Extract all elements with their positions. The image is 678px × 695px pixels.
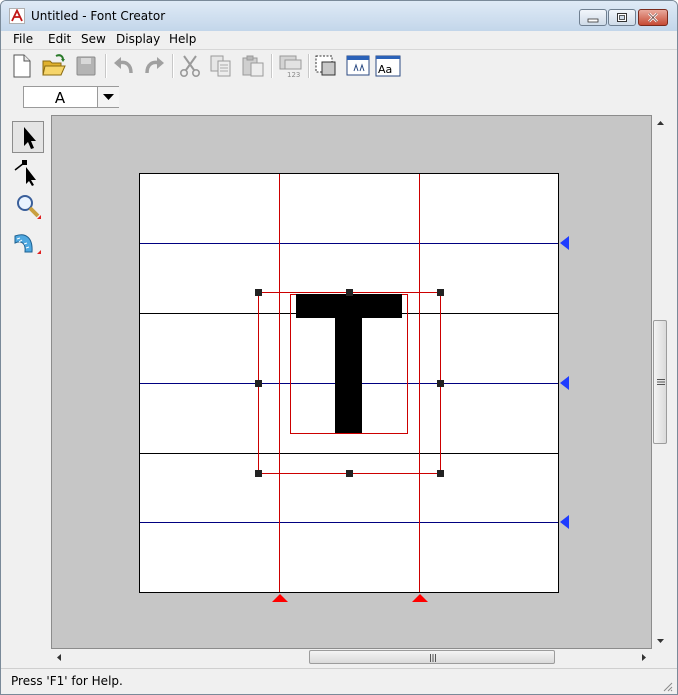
guide-marker-top[interactable] bbox=[559, 235, 571, 251]
arrow-tool-button[interactable] bbox=[12, 121, 44, 153]
selection-handle[interactable] bbox=[437, 380, 444, 387]
open-button[interactable] bbox=[41, 53, 67, 79]
toolbar-separator bbox=[172, 54, 174, 78]
zoom-tool-button[interactable] bbox=[12, 191, 44, 223]
tool-palette bbox=[9, 117, 49, 665]
zoom-magnifier-icon bbox=[17, 195, 41, 219]
paste-button[interactable] bbox=[240, 53, 266, 79]
left-metric-marker[interactable] bbox=[271, 593, 289, 603]
status-bar: Press 'F1' for Help. bbox=[1, 668, 677, 694]
node-edit-tool-button[interactable] bbox=[12, 156, 44, 188]
bend-tool-icon bbox=[14, 234, 41, 254]
app-window: Untitled - Font Creator File Edit Sew Di… bbox=[0, 0, 678, 695]
status-text: Press 'F1' for Help. bbox=[11, 674, 123, 688]
glyph-drawing bbox=[140, 174, 558, 592]
character-value: A bbox=[54, 89, 66, 107]
selection-handle[interactable] bbox=[346, 289, 353, 296]
save-button[interactable] bbox=[73, 53, 99, 79]
copy-icon bbox=[210, 55, 231, 77]
node-edit-icon bbox=[14, 160, 36, 186]
horizontal-scroll-thumb[interactable] bbox=[309, 650, 555, 664]
chevron-down-icon bbox=[103, 94, 114, 100]
numbering-button[interactable]: 123 bbox=[277, 53, 303, 79]
resize-grip-icon[interactable] bbox=[661, 680, 673, 692]
title-bar[interactable]: Untitled - Font Creator bbox=[1, 1, 677, 31]
vertical-scrollbar[interactable] bbox=[652, 115, 669, 649]
close-button[interactable] bbox=[638, 9, 668, 26]
right-arrow-icon bbox=[642, 654, 646, 661]
up-arrow-icon bbox=[657, 121, 664, 125]
scroll-down-button[interactable] bbox=[652, 632, 669, 649]
save-icon bbox=[76, 56, 96, 76]
font-preview-button[interactable]: Aa bbox=[375, 53, 401, 79]
arrow-pointer-icon bbox=[24, 127, 36, 149]
select-frame-button[interactable] bbox=[313, 53, 339, 79]
redo-icon bbox=[145, 57, 164, 74]
down-arrow-icon bbox=[657, 639, 664, 643]
scroll-left-button[interactable] bbox=[51, 649, 68, 666]
redo-button[interactable] bbox=[141, 53, 167, 79]
new-file-icon bbox=[13, 54, 31, 78]
menu-edit[interactable]: Edit bbox=[48, 32, 71, 46]
window-title: Untitled - Font Creator bbox=[31, 9, 166, 23]
character-dropdown-button[interactable] bbox=[97, 87, 119, 107]
maximize-button[interactable] bbox=[608, 9, 636, 26]
menu-sew[interactable]: Sew bbox=[81, 32, 106, 46]
cut-icon bbox=[179, 55, 201, 77]
grip-icon bbox=[429, 654, 437, 662]
toolbar-separator bbox=[308, 54, 310, 78]
selection-handle[interactable] bbox=[255, 470, 262, 477]
bend-tool-button[interactable] bbox=[12, 226, 44, 258]
toolbar-separator bbox=[105, 54, 107, 78]
glyph-canvas[interactable] bbox=[51, 115, 652, 649]
minimize-button[interactable] bbox=[579, 9, 607, 26]
selection-handle[interactable] bbox=[437, 289, 444, 296]
glyph-t-shape[interactable] bbox=[296, 294, 402, 433]
grip-icon bbox=[657, 378, 665, 386]
character-bar: A bbox=[1, 84, 677, 113]
selection-handle[interactable] bbox=[255, 380, 262, 387]
selection-handle[interactable] bbox=[255, 289, 262, 296]
glyph-edit-area[interactable] bbox=[139, 173, 559, 593]
toolbar-separator bbox=[271, 54, 273, 78]
numbering-label: 123 bbox=[287, 71, 300, 79]
menu-help[interactable]: Help bbox=[169, 32, 196, 46]
font-creator-app-icon[interactable] bbox=[9, 8, 25, 24]
close-icon bbox=[648, 12, 658, 23]
selection-handle[interactable] bbox=[437, 470, 444, 477]
character-combobox[interactable]: A bbox=[23, 86, 119, 108]
selection-handle[interactable] bbox=[346, 470, 353, 477]
right-metric-marker[interactable] bbox=[411, 593, 429, 603]
minimize-icon bbox=[587, 18, 599, 23]
scroll-right-button[interactable] bbox=[635, 649, 652, 666]
guide-marker-middle[interactable] bbox=[559, 375, 571, 391]
open-folder-icon bbox=[42, 54, 66, 76]
guide-marker-bottom[interactable] bbox=[559, 514, 571, 530]
font-preview-icon: Aa bbox=[375, 55, 401, 77]
copy-button[interactable] bbox=[208, 53, 234, 79]
menu-file[interactable]: File bbox=[13, 32, 33, 46]
select-frame-icon bbox=[315, 55, 336, 76]
menu-bar: File Edit Sew Display Help bbox=[1, 31, 677, 48]
horizontal-scrollbar[interactable] bbox=[51, 649, 652, 666]
window-preview-button[interactable] bbox=[345, 53, 371, 79]
left-arrow-icon bbox=[57, 654, 61, 661]
undo-icon bbox=[114, 57, 133, 74]
paste-icon bbox=[242, 55, 264, 77]
vertical-scroll-thumb[interactable] bbox=[653, 320, 667, 444]
new-file-button[interactable] bbox=[9, 53, 35, 79]
maximize-icon bbox=[617, 13, 627, 22]
font-preview-label: Aa bbox=[378, 63, 392, 76]
cut-button[interactable] bbox=[177, 53, 203, 79]
undo-button[interactable] bbox=[111, 53, 137, 79]
scroll-up-button[interactable] bbox=[652, 115, 669, 132]
numbering-icon: 123 bbox=[279, 55, 302, 79]
window-preview-icon bbox=[346, 55, 370, 76]
toolbar: 123 Aa bbox=[1, 49, 677, 85]
menu-display[interactable]: Display bbox=[116, 32, 160, 46]
